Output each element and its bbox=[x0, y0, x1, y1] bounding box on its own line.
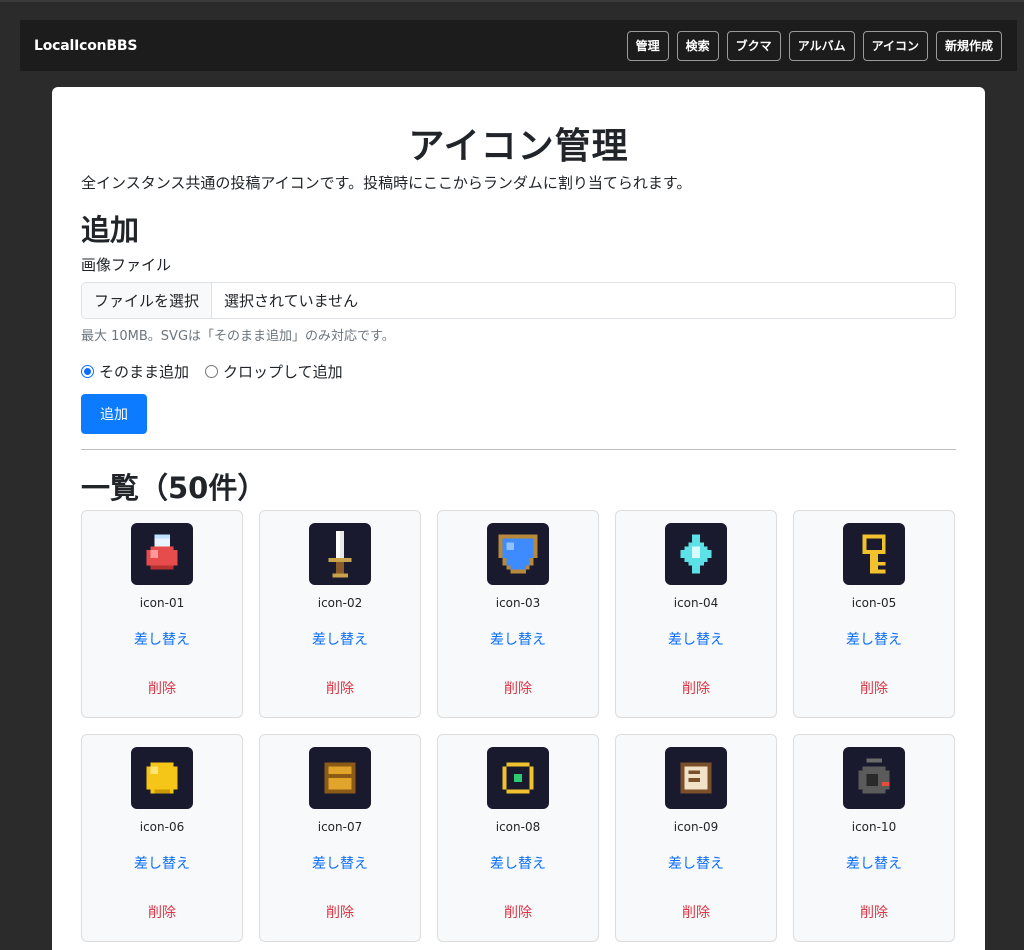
sword-icon bbox=[309, 523, 371, 585]
nav-links: 管理 検索 ブクマ アルバム アイコン 新規作成 bbox=[626, 30, 1002, 61]
replace-button[interactable]: 差し替え bbox=[794, 629, 954, 649]
page-title: アイコン管理 bbox=[408, 126, 629, 167]
icon-name: icon-10 bbox=[851, 820, 897, 834]
potion-icon bbox=[131, 523, 193, 585]
delete-button[interactable]: 削除 bbox=[438, 902, 598, 922]
bomb-icon bbox=[843, 747, 905, 809]
replace-button[interactable]: 差し替え bbox=[260, 629, 420, 649]
nav-admin-button[interactable]: 管理 bbox=[626, 30, 669, 61]
delete-button[interactable]: 削除 bbox=[616, 902, 776, 922]
icon-card: icon-08 差し替え 削除 bbox=[437, 734, 599, 942]
nav-new-post-button[interactable]: 新規作成 bbox=[935, 30, 1002, 61]
radio-crop-label: クロップして追加 bbox=[223, 363, 343, 381]
nav-bookmarks-button[interactable]: ブクマ bbox=[726, 30, 781, 61]
replace-button[interactable]: 差し替え bbox=[438, 629, 598, 649]
page-description: 全インスタンス共通の投稿アイコンです。投稿時にここからランダムに割り当てられます… bbox=[81, 174, 692, 192]
replace-button[interactable]: 差し替え bbox=[82, 629, 242, 649]
radio-as-is-label: そのまま追加 bbox=[99, 363, 190, 381]
icon-name: icon-08 bbox=[495, 820, 541, 834]
icon-name: icon-05 bbox=[851, 596, 897, 610]
icon-name: icon-02 bbox=[317, 596, 363, 610]
chest-icon bbox=[309, 747, 371, 809]
icon-name: icon-04 bbox=[673, 596, 719, 610]
icon-name: icon-07 bbox=[317, 820, 363, 834]
nav-album-button[interactable]: アルバム bbox=[788, 30, 855, 61]
delete-button[interactable]: 削除 bbox=[794, 902, 954, 922]
icon-name: icon-01 bbox=[139, 596, 185, 610]
add-mode-group: そのまま追加 クロップして追加 bbox=[81, 361, 343, 382]
list-section-heading: 一覧（50件） bbox=[81, 471, 267, 505]
icon-card: icon-03 差し替え 削除 bbox=[437, 510, 599, 718]
icon-name: icon-09 bbox=[673, 820, 719, 834]
nav-icons-button[interactable]: アイコン bbox=[862, 30, 928, 61]
radio-as-is[interactable] bbox=[81, 365, 94, 378]
ring-icon bbox=[487, 747, 549, 809]
choose-file-button[interactable]: ファイルを選択 bbox=[82, 283, 213, 318]
section-divider bbox=[81, 449, 956, 450]
mode-as-is-option[interactable]: そのまま追加 bbox=[81, 361, 189, 382]
icon-name: icon-03 bbox=[495, 596, 541, 610]
icon-card: icon-10 差し替え 削除 bbox=[793, 734, 955, 942]
icon-card: icon-02 差し替え 削除 bbox=[259, 510, 421, 718]
mode-crop-option[interactable]: クロップして追加 bbox=[205, 361, 343, 382]
file-hint: 最大 10MB。SVGは「そのまま追加」のみ対応です。 bbox=[81, 329, 395, 344]
icon-card: icon-07 差し替え 削除 bbox=[259, 734, 421, 942]
replace-button[interactable]: 差し替え bbox=[82, 853, 242, 873]
shield-icon bbox=[487, 523, 549, 585]
icon-card: icon-01 差し替え 削除 bbox=[81, 510, 243, 718]
delete-button[interactable]: 削除 bbox=[260, 678, 420, 698]
nav-search-button[interactable]: 検索 bbox=[676, 30, 719, 61]
icon-card: icon-05 差し替え 削除 bbox=[793, 510, 955, 718]
icon-card: icon-06 差し替え 削除 bbox=[81, 734, 243, 942]
radio-crop[interactable] bbox=[205, 365, 219, 378]
add-submit-button[interactable]: 追加 bbox=[81, 394, 147, 434]
delete-button[interactable]: 削除 bbox=[616, 678, 776, 698]
coin-icon bbox=[131, 747, 193, 809]
delete-button[interactable]: 削除 bbox=[260, 902, 420, 922]
replace-button[interactable]: 差し替え bbox=[438, 853, 598, 873]
key-icon bbox=[843, 523, 905, 585]
delete-button[interactable]: 削除 bbox=[794, 678, 954, 698]
top-border bbox=[0, 0, 1024, 2]
main-card: アイコン管理 全インスタンス共通の投稿アイコンです。投稿時にここからランダムに割… bbox=[52, 87, 985, 950]
icon-card: icon-09 差し替え 削除 bbox=[615, 734, 777, 942]
file-status-text: 選択されていません bbox=[224, 292, 359, 310]
replace-button[interactable]: 差し替え bbox=[794, 853, 954, 873]
delete-button[interactable]: 削除 bbox=[438, 678, 598, 698]
brand-logo[interactable]: LocalIconBBS bbox=[34, 38, 137, 54]
file-input[interactable]: ファイルを選択 選択されていません bbox=[81, 282, 956, 319]
icon-card: icon-04 差し替え 削除 bbox=[615, 510, 777, 718]
replace-button[interactable]: 差し替え bbox=[616, 853, 776, 873]
scroll-icon bbox=[665, 747, 727, 809]
delete-button[interactable]: 削除 bbox=[82, 902, 242, 922]
crystal-icon bbox=[665, 523, 727, 585]
navbar: LocalIconBBS 管理 検索 ブクマ アルバム アイコン 新規作成 bbox=[20, 20, 1017, 71]
replace-button[interactable]: 差し替え bbox=[260, 853, 420, 873]
add-section-heading: 追加 bbox=[81, 213, 140, 247]
icon-name: icon-06 bbox=[139, 820, 185, 834]
replace-button[interactable]: 差し替え bbox=[616, 629, 776, 649]
delete-button[interactable]: 削除 bbox=[82, 678, 242, 698]
file-field-label: 画像ファイル bbox=[81, 256, 172, 274]
